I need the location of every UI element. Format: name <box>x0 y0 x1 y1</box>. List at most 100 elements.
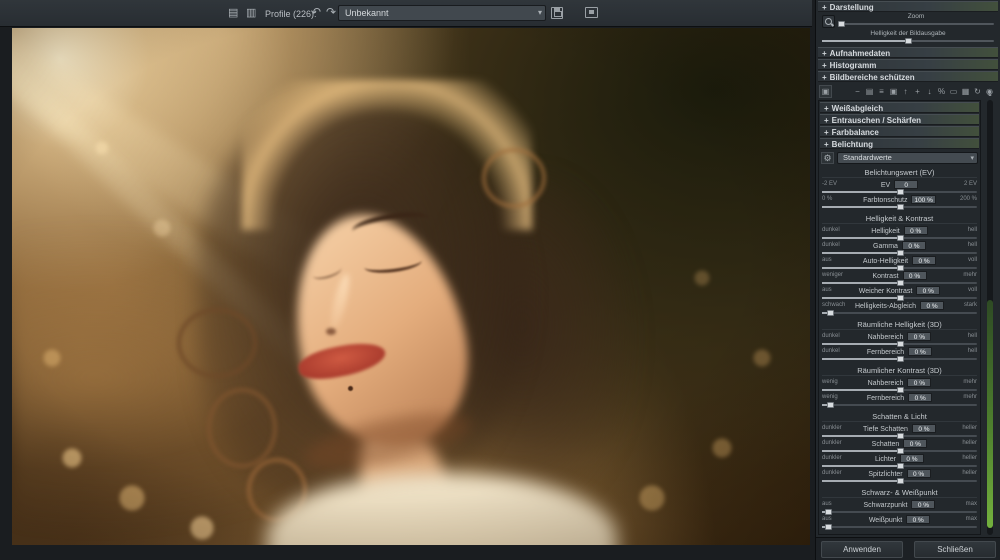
scrollbar-up-icon[interactable]: ▴ <box>987 91 993 99</box>
slider-value-input[interactable]: 0 % <box>908 347 932 356</box>
add-icon[interactable]: + <box>913 86 922 97</box>
slider-track[interactable] <box>822 252 977 254</box>
slider-track[interactable] <box>822 312 977 314</box>
slider-handle[interactable] <box>827 310 834 316</box>
profile-preset-value: Unbekannt <box>345 8 389 18</box>
slider-value-input[interactable]: 0 % <box>903 271 927 280</box>
adjustments-panel: +Darstellung Zoom Helligkeit der Bildaus… <box>815 0 1000 560</box>
fullscreen-icon[interactable] <box>585 7 598 18</box>
slider-value-input[interactable]: 0 % <box>916 286 940 295</box>
slider-track[interactable] <box>822 480 977 482</box>
slider-track[interactable] <box>822 282 977 284</box>
slider-track[interactable] <box>822 206 977 208</box>
slider-row: dunklerSchatten0 %heller <box>822 439 977 454</box>
slider-track[interactable] <box>822 267 977 269</box>
close-button[interactable]: Schließen <box>914 541 996 558</box>
slider-label: Weicher Kontrast <box>859 288 913 295</box>
slider-value-input[interactable]: 0 <box>894 180 918 189</box>
section-header-darstellung[interactable]: +Darstellung <box>818 1 998 12</box>
slider-handle[interactable] <box>827 402 834 408</box>
slider-track[interactable] <box>822 450 977 452</box>
arrow-down-icon[interactable]: ↓ <box>925 86 934 97</box>
slider-row: ausAuto-Helligkeit0 %voll <box>822 256 977 271</box>
sliders-icon[interactable]: ▤ <box>865 86 874 97</box>
slider-max-label: hell <box>968 242 977 248</box>
slider-track[interactable] <box>822 237 977 239</box>
reset-icon[interactable]: ↻ <box>973 86 982 97</box>
save-profile-icon[interactable] <box>551 7 563 19</box>
slider-max-label: 200 % <box>960 196 977 202</box>
list-icon[interactable]: ≡ <box>877 86 886 97</box>
slider-value-input[interactable]: 0 % <box>920 301 944 310</box>
undo-icon[interactable]: ↶ <box>311 7 321 18</box>
slider-handle[interactable] <box>897 478 904 484</box>
zoom-slider-handle[interactable] <box>838 21 845 27</box>
section-header-adjust-3[interactable]: +Belichtung <box>820 138 979 149</box>
slider-value-input[interactable]: 0 % <box>906 515 930 524</box>
slider-value-input[interactable]: 0 % <box>902 241 926 250</box>
section-header-adjust-0[interactable]: +Weißabgleich <box>820 102 979 113</box>
section-header-adjust-2[interactable]: +Farbbalance <box>820 126 979 137</box>
slider-max-label: voll <box>968 257 977 263</box>
zoom-slider-track[interactable] <box>838 23 994 25</box>
flag-icon[interactable]: ▣ <box>889 86 898 97</box>
slider-track[interactable] <box>822 343 977 345</box>
group-title: Helligkeit & Kontrast <box>822 214 977 224</box>
grid-icon[interactable]: ▦ <box>961 86 970 97</box>
copy-profile-icon[interactable]: ▤ <box>228 8 238 19</box>
slider-track[interactable] <box>822 435 977 437</box>
slider-track[interactable] <box>822 465 977 467</box>
output-brightness-track[interactable] <box>822 40 994 42</box>
slider-value-input[interactable]: 0 % <box>907 332 931 341</box>
percent-icon[interactable]: % <box>937 86 946 97</box>
scrollbar-thumb[interactable] <box>987 300 993 528</box>
slider-group: Schwarz- & WeißpunktausSchwarzpunkt0 %ma… <box>819 488 980 530</box>
image-preview[interactable] <box>12 28 810 545</box>
slider-handle[interactable] <box>897 356 904 362</box>
slider-max-label: voll <box>968 287 977 293</box>
slider-track[interactable] <box>822 297 977 299</box>
arrow-up-icon[interactable]: ↑ <box>901 86 910 97</box>
section-header-adjust-1[interactable]: +Entrauschen / Schärfen <box>820 114 979 125</box>
slider-value-input[interactable]: 0 % <box>904 226 928 235</box>
section-header-top-2[interactable]: +Bildbereiche schützen <box>818 71 998 82</box>
slider-row: dunkelFernbereich0 %hell <box>822 347 977 362</box>
slider-value-input[interactable]: 0 % <box>900 454 924 463</box>
output-brightness-handle[interactable] <box>905 38 912 44</box>
frame-icon[interactable]: ▭ <box>949 86 958 97</box>
slider-value-input[interactable]: 0 % <box>912 424 936 433</box>
slider-value-input[interactable]: 0 % <box>908 393 932 402</box>
slider-track[interactable] <box>822 389 977 391</box>
slider-label: Schatten <box>872 441 900 448</box>
slider-row: dunklerTiefe Schatten0 %heller <box>822 424 977 439</box>
slider-handle[interactable] <box>825 524 832 530</box>
slider-value-input[interactable]: 100 % <box>911 195 935 204</box>
paste-profile-icon[interactable]: ▥ <box>246 8 256 19</box>
exposure-preset-dropdown[interactable]: Standardwerte ▾ <box>837 152 978 164</box>
slider-row: ausWeicher Kontrast0 %voll <box>822 286 977 301</box>
slider-value-input[interactable]: 0 % <box>912 256 936 265</box>
slider-value-input[interactable]: 0 % <box>911 500 935 509</box>
slider-value-input[interactable]: 0 % <box>907 378 931 387</box>
panel-scrollbar: ▴ <box>987 100 993 535</box>
apply-button[interactable]: Anwenden <box>821 541 903 558</box>
redo-icon[interactable]: ↷ <box>326 7 336 18</box>
panel-menu-icon[interactable]: ▣ <box>819 85 832 98</box>
section-header-top-1[interactable]: +Histogramm <box>818 59 998 70</box>
section-header-top-0[interactable]: +Aufnahmedaten <box>818 47 998 58</box>
slider-track[interactable] <box>822 191 977 193</box>
magnifier-icon[interactable] <box>822 15 835 28</box>
slider-track[interactable] <box>822 526 977 528</box>
slider-value-input[interactable]: 0 % <box>903 439 927 448</box>
slider-handle[interactable] <box>897 204 904 210</box>
gear-icon[interactable]: ⚙ <box>821 152 834 164</box>
profile-preset-dropdown[interactable]: Unbekannt ▾ <box>338 5 546 21</box>
slider-track[interactable] <box>822 511 977 513</box>
collapse-all-icon[interactable]: − <box>853 86 862 97</box>
slider-track[interactable] <box>822 358 977 360</box>
adjustments-scroll-area: +Weißabgleich+Entrauschen / Schärfen+Far… <box>818 100 981 535</box>
slider-value-input[interactable]: 0 % <box>907 469 931 478</box>
slider-max-label: hell <box>968 333 977 339</box>
photo-editor-window: ▤ ▥ Profile (226): ↶ ↷ Unbekannt ▾ <box>0 0 1000 560</box>
slider-track[interactable] <box>822 404 977 406</box>
